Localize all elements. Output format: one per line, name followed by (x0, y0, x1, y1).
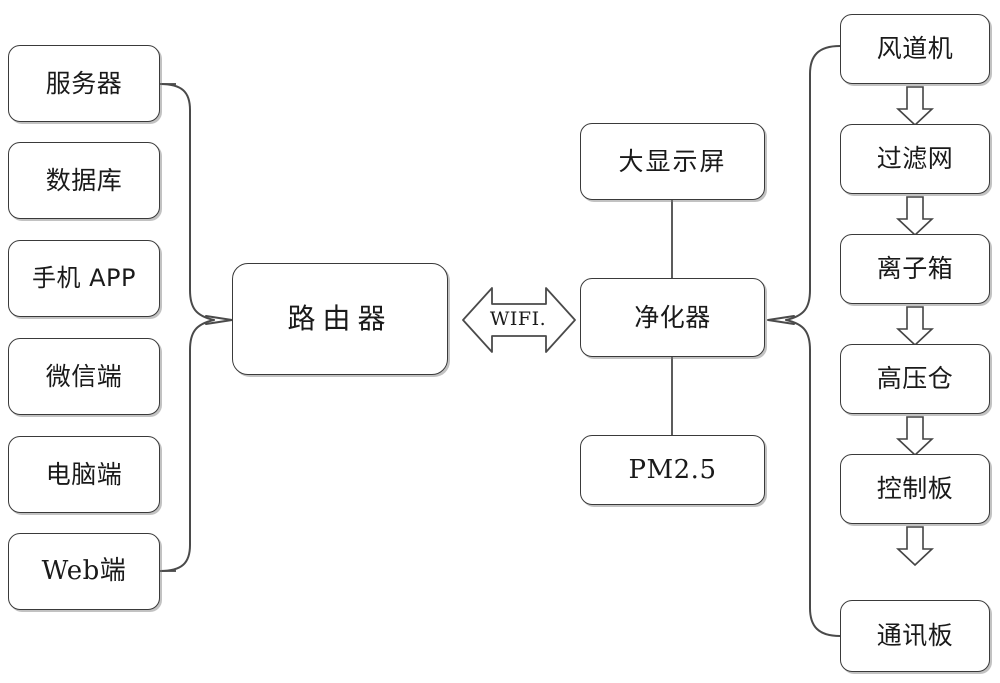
node-purifier-label: 净化器 (634, 302, 711, 332)
node-comm-board[interactable]: 通讯板 (840, 600, 990, 672)
node-router[interactable]: 路由器 (232, 263, 448, 375)
left-brace-stubs (160, 83, 176, 572)
node-pc-label: 电脑端 (45, 459, 123, 489)
node-filter-mesh[interactable]: 过滤网 (840, 124, 990, 194)
node-server-label: 服务器 (45, 68, 123, 98)
node-purifier[interactable]: 净化器 (580, 278, 765, 357)
node-ion-box[interactable]: 离子箱 (840, 234, 990, 304)
node-high-voltage-chamber-label: 高压仓 (876, 364, 954, 394)
left-brace-connector (159, 83, 233, 572)
node-mobile-app[interactable]: 手机 APP (8, 240, 160, 317)
node-web[interactable]: Web端 (8, 533, 160, 610)
node-high-voltage-chamber[interactable]: 高压仓 (840, 344, 990, 414)
right-brace-connector (767, 45, 841, 637)
node-pm25[interactable]: PM2.5 (580, 435, 765, 505)
node-control-board[interactable]: 控制板 (840, 454, 990, 524)
node-big-screen-label: 大显示屏 (618, 146, 727, 176)
node-wechat[interactable]: 微信端 (8, 338, 160, 415)
diagram-canvas: 服务器 数据库 手机 APP 微信端 电脑端 Web端 路由器 WIFI. 大显… (0, 0, 1000, 683)
node-control-board-label: 控制板 (876, 474, 954, 504)
node-mobile-app-label: 手机 APP (32, 264, 136, 293)
node-web-label: Web端 (41, 556, 127, 587)
node-comm-board-label: 通讯板 (876, 621, 954, 651)
node-wechat-label: 微信端 (45, 361, 123, 391)
node-pm25-label: PM2.5 (628, 454, 717, 485)
node-database-label: 数据库 (45, 165, 123, 195)
node-air-duct-fan[interactable]: 风道机 (840, 14, 990, 84)
node-pc[interactable]: 电脑端 (8, 436, 160, 513)
node-air-duct-fan-label: 风道机 (876, 34, 954, 64)
node-ion-box-label: 离子箱 (876, 254, 954, 284)
node-server[interactable]: 服务器 (8, 45, 160, 122)
node-router-label: 路由器 (287, 301, 393, 335)
node-database[interactable]: 数据库 (8, 142, 160, 219)
node-big-screen[interactable]: 大显示屏 (580, 123, 765, 200)
wifi-link-label: WIFI. (489, 308, 547, 330)
node-filter-mesh-label: 过滤网 (876, 144, 954, 174)
